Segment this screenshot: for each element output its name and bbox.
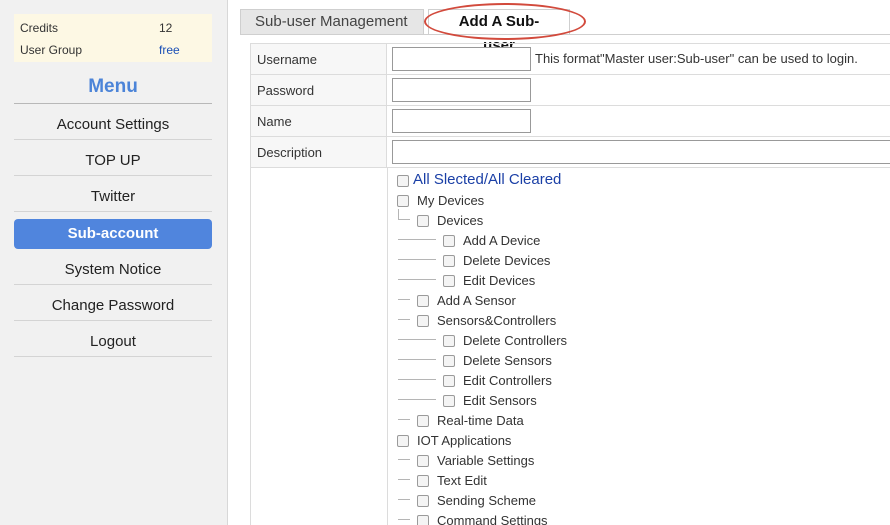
username-row: Username This format"Master user:Sub-use…	[251, 43, 890, 75]
tree-branch	[398, 499, 410, 500]
perm-checkbox-delete-devices[interactable]	[443, 255, 455, 267]
perm-label-real-time-data: Real-time Data	[437, 413, 524, 428]
username-input[interactable]	[392, 47, 531, 71]
all-toggle-checkbox[interactable]	[397, 175, 409, 187]
perm-label-iot-applications: IOT Applications	[417, 433, 512, 448]
perm-checkbox-delete-controllers[interactable]	[443, 335, 455, 347]
tree-branch	[398, 359, 436, 360]
perm-checkbox-edit-sensors[interactable]	[443, 395, 455, 407]
perm-label-variable-settings: Variable Settings	[437, 453, 535, 468]
perm-checkbox-sending-scheme[interactable]	[417, 495, 429, 507]
perm-checkbox-sensors-controllers[interactable]	[417, 315, 429, 327]
perm-label-my-devices: My Devices	[417, 193, 485, 208]
menu-item-top-up[interactable]: TOP UP	[14, 146, 212, 176]
perm-label-edit-devices: Edit Devices	[463, 273, 536, 288]
perm-label-edit-controllers: Edit Controllers	[463, 373, 552, 388]
perm-checkbox-edit-devices[interactable]	[443, 275, 455, 287]
credits-label: Credits	[20, 21, 59, 35]
tree-branch	[398, 219, 410, 220]
tree-branch	[398, 259, 436, 260]
perm-checkbox-add-a-sensor[interactable]	[417, 295, 429, 307]
perm-label-delete-sensors: Delete Sensors	[463, 353, 552, 368]
all-toggle-label[interactable]: All Slected/All Cleared	[413, 172, 561, 187]
perm-label-devices: Devices	[437, 213, 484, 228]
perm-label-text-edit: Text Edit	[437, 473, 487, 488]
tree-branch	[398, 299, 410, 300]
perm-checkbox-edit-controllers[interactable]	[443, 375, 455, 387]
name-label: Name	[251, 106, 387, 136]
perm-checkbox-real-time-data[interactable]	[417, 415, 429, 427]
menu-item-account-settings[interactable]: Account Settings	[14, 110, 212, 140]
tree-branch	[398, 239, 436, 240]
tree-branch	[398, 279, 436, 280]
password-label: Password	[251, 75, 387, 105]
tree-branch	[398, 399, 436, 400]
name-input[interactable]	[392, 109, 531, 133]
name-row: Name	[251, 105, 890, 137]
menu-item-change-password[interactable]: Change Password	[14, 291, 212, 321]
perm-label-sensors-controllers: Sensors&Controllers	[437, 313, 557, 328]
menu-item-system-notice[interactable]: System Notice	[14, 255, 212, 285]
user-group-label: User Group	[20, 43, 83, 57]
menu-item-sub-account[interactable]: Sub-account	[14, 219, 212, 249]
perm-checkbox-my-devices[interactable]	[397, 195, 409, 207]
tree-branch	[398, 319, 410, 320]
sidebar: Credits 12 User Group free Menu Account …	[0, 0, 228, 525]
perm-checkbox-text-edit[interactable]	[417, 475, 429, 487]
tree-branch	[398, 419, 410, 420]
password-row: Password	[251, 74, 890, 106]
tab-divider	[240, 34, 890, 35]
permissions-label-cell	[251, 167, 388, 525]
tree-branch	[398, 339, 436, 340]
tree-branch	[398, 379, 436, 380]
perm-label-sending-scheme: Sending Scheme	[437, 493, 537, 508]
tab-sub-user-management[interactable]: Sub-user Management	[240, 9, 424, 34]
username-label: Username	[251, 44, 387, 74]
perm-label-delete-devices: Delete Devices	[463, 253, 551, 268]
description-input[interactable]	[392, 140, 890, 164]
perm-checkbox-command-settings[interactable]	[417, 515, 429, 525]
description-row: Description	[251, 136, 890, 168]
tab-add-sub-user[interactable]: Add A Sub-user	[428, 9, 570, 54]
username-hint: This format"Master user:Sub-user" can be…	[535, 51, 858, 66]
credits-value: 12	[159, 21, 173, 35]
perm-label-command-settings: Command Settings	[437, 513, 548, 525]
tree-branch	[398, 209, 399, 219]
password-input[interactable]	[392, 78, 531, 102]
menu-title: Menu	[14, 74, 212, 104]
perm-label-add-a-device: Add A Device	[463, 233, 541, 248]
perm-checkbox-add-a-device[interactable]	[443, 235, 455, 247]
add-sub-user-form: Username This format"Master user:Sub-use…	[250, 43, 890, 525]
menu-item-logout[interactable]: Logout	[14, 327, 212, 357]
perm-label-delete-controllers: Delete Controllers	[463, 333, 568, 348]
perm-checkbox-delete-sensors[interactable]	[443, 355, 455, 367]
perm-checkbox-variable-settings[interactable]	[417, 455, 429, 467]
account-info-box: Credits 12 User Group free	[14, 14, 212, 62]
perm-checkbox-devices[interactable]	[417, 215, 429, 227]
tree-branch	[398, 479, 410, 480]
tree-branch	[398, 459, 410, 460]
perm-label-edit-sensors: Edit Sensors	[463, 393, 537, 408]
perm-label-add-a-sensor: Add A Sensor	[437, 293, 516, 308]
perm-checkbox-iot-applications[interactable]	[397, 435, 409, 447]
tree-branch	[398, 519, 410, 520]
user-group-value[interactable]: free	[159, 40, 180, 60]
description-label: Description	[251, 137, 387, 167]
menu-item-twitter[interactable]: Twitter	[14, 182, 212, 212]
